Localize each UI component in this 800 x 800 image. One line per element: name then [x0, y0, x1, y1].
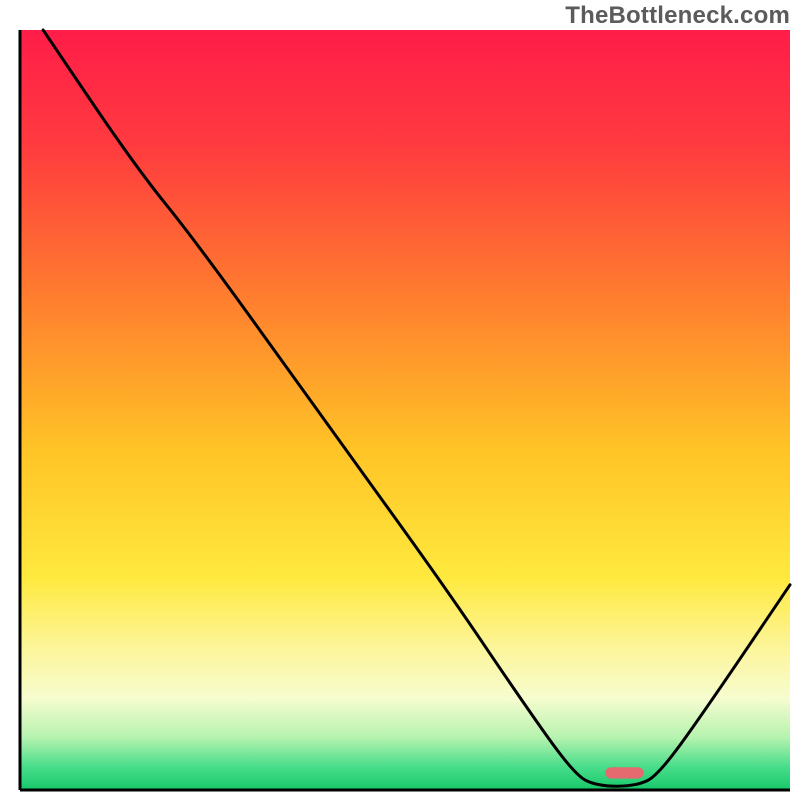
chart-canvas: TheBottleneck.com	[0, 0, 800, 800]
plot-area	[20, 30, 790, 790]
optimal-marker	[605, 767, 644, 778]
bottleneck-chart	[0, 0, 800, 800]
gradient-background	[20, 30, 790, 790]
